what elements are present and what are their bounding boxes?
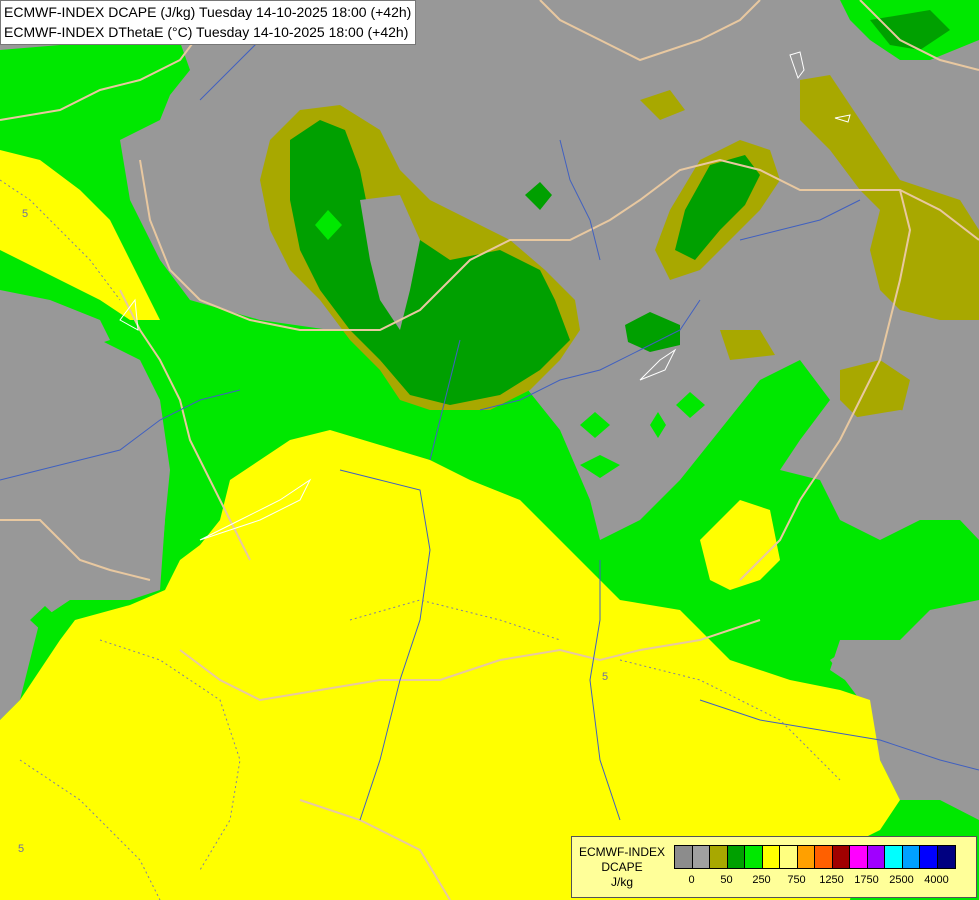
legend-tick-2: 250	[752, 874, 771, 886]
legend-swatch-8	[815, 846, 833, 868]
legend-swatch-10	[850, 846, 868, 868]
legend-title-line1: ECMWF-INDEX	[579, 845, 665, 859]
map-title-box: ECMWF-INDEX DCAPE (J/kg) Tuesday 14-10-2…	[0, 0, 417, 45]
legend-swatch-2	[710, 846, 728, 868]
legend-swatch-5	[762, 846, 780, 868]
legend-swatch-3	[727, 846, 745, 868]
legend-tick-7: 4000	[924, 874, 949, 886]
contour-label-3: 5	[18, 843, 24, 855]
legend-swatch-11	[867, 846, 885, 868]
legend-ticks: 0 50 250 750 1250 1750 2500 4000	[674, 874, 974, 890]
legend-tick-3: 750	[787, 874, 806, 886]
legend-swatch-15	[937, 846, 955, 868]
legend-title-line2: DCAPE	[601, 860, 643, 874]
legend-swatch-0	[675, 846, 693, 868]
legend-swatch-9	[832, 846, 850, 868]
legend-swatch-1	[692, 846, 710, 868]
legend-swatch-4	[745, 846, 763, 868]
legend-unit: J/kg	[610, 875, 633, 889]
legend-swatch-12	[885, 846, 903, 868]
legend-swatch-7	[797, 846, 815, 868]
legend-swatch-14	[920, 846, 938, 868]
legend-label: ECMWF-INDEX DCAPE J/kg	[574, 845, 670, 890]
legend-tick-4: 1250	[819, 874, 844, 886]
legend-swatches	[674, 845, 956, 869]
legend-tick-0: 0	[688, 874, 695, 886]
legend-swatch-13	[902, 846, 920, 868]
title-dthetae: ECMWF-INDEX DThetaE (°C) Tuesday 14-10-2…	[4, 24, 409, 40]
color-legend: ECMWF-INDEX DCAPE J/kg 0 50 250 750 1250 1750…	[571, 836, 977, 898]
weather-map: 5 5 5	[0, 0, 979, 900]
legend-tick-1: 50	[720, 874, 733, 886]
legend-tick-6: 2500	[889, 874, 914, 886]
title-dcape: ECMWF-INDEX DCAPE (J/kg) Tuesday 14-10-2…	[4, 4, 412, 20]
contour-label-1: 5	[22, 208, 28, 220]
legend-tick-5: 1750	[854, 874, 879, 886]
contour-label-2: 5	[602, 671, 608, 683]
legend-swatch-6	[780, 846, 798, 868]
